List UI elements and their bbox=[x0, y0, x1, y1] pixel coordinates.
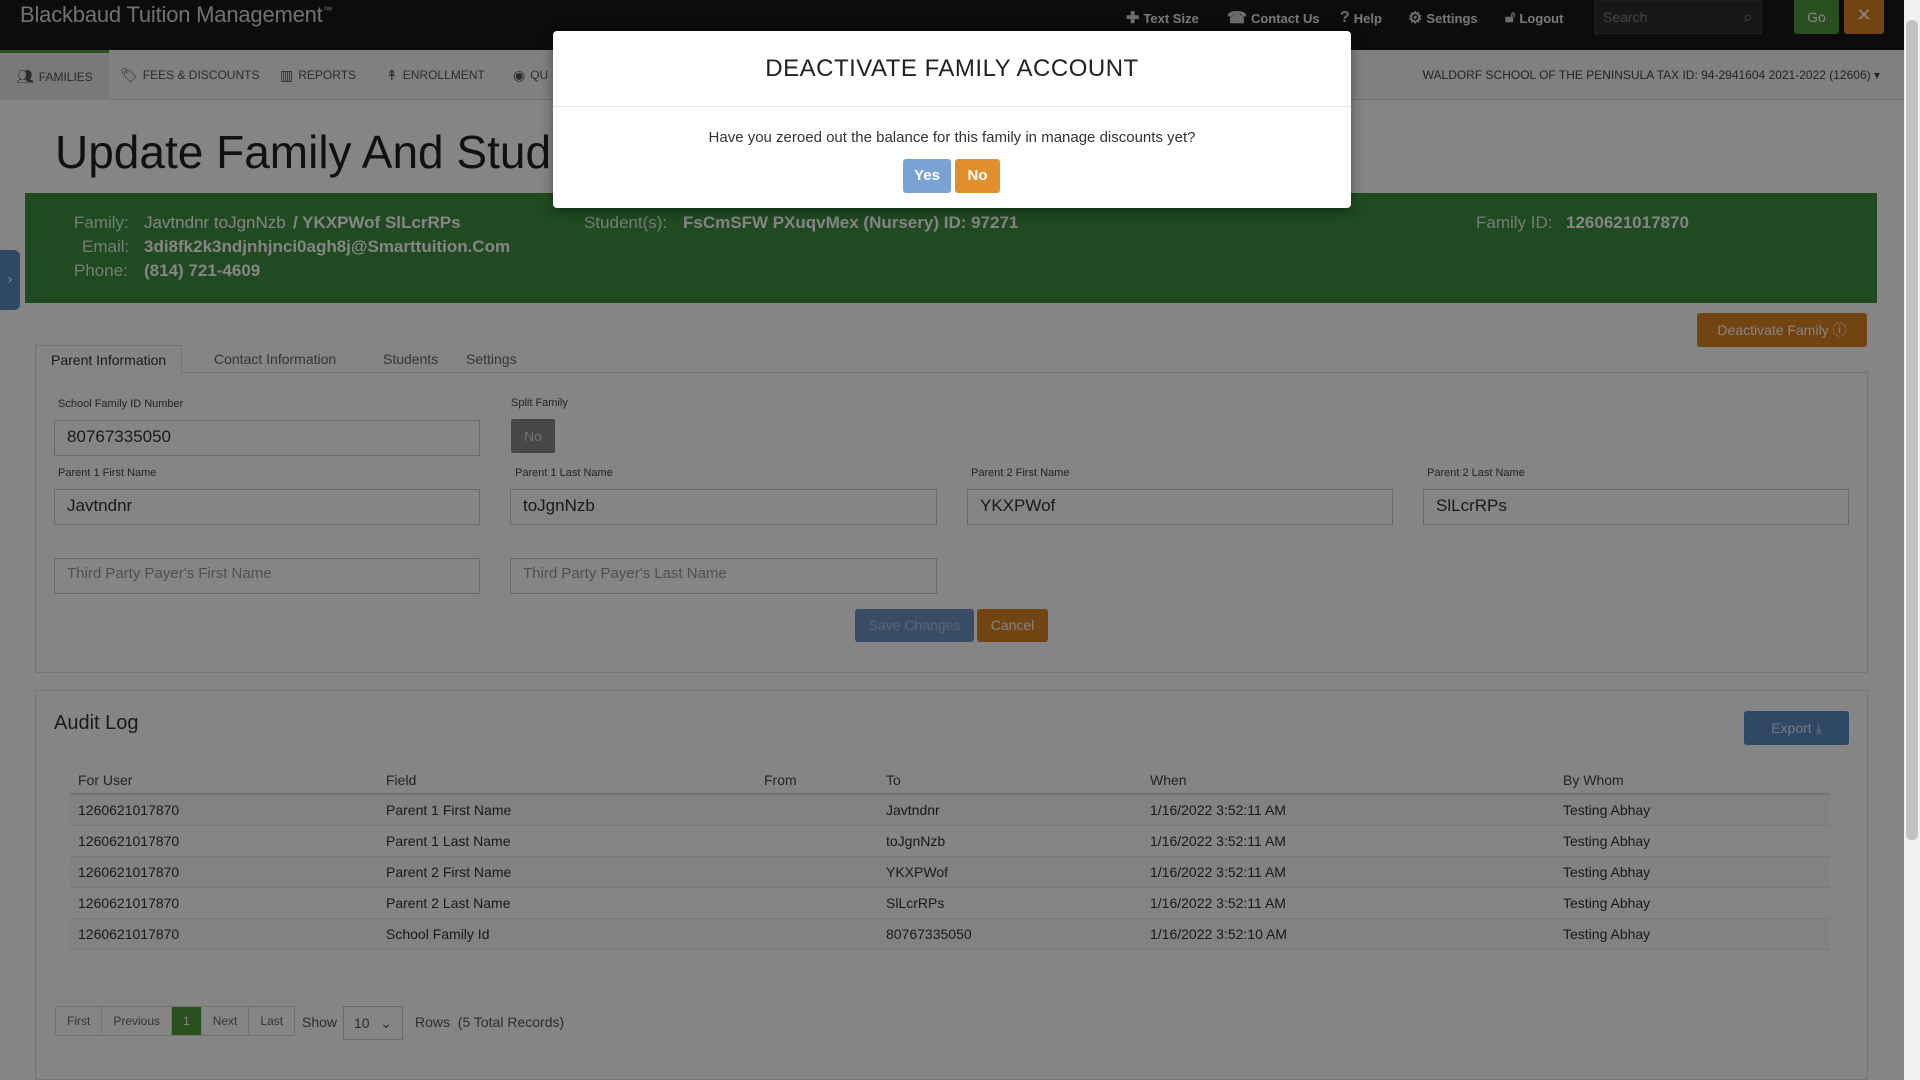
scrollbar-thumb[interactable] bbox=[1906, 20, 1918, 840]
no-button[interactable]: No bbox=[955, 159, 1000, 193]
dialog-title: DEACTIVATE FAMILY ACCOUNT bbox=[553, 31, 1351, 107]
dialog-message: Have you zeroed out the balance for this… bbox=[708, 129, 1196, 146]
deactivate-family-dialog: DEACTIVATE FAMILY ACCOUNT Have you zeroe… bbox=[553, 31, 1351, 208]
yes-button[interactable]: Yes bbox=[903, 159, 951, 193]
